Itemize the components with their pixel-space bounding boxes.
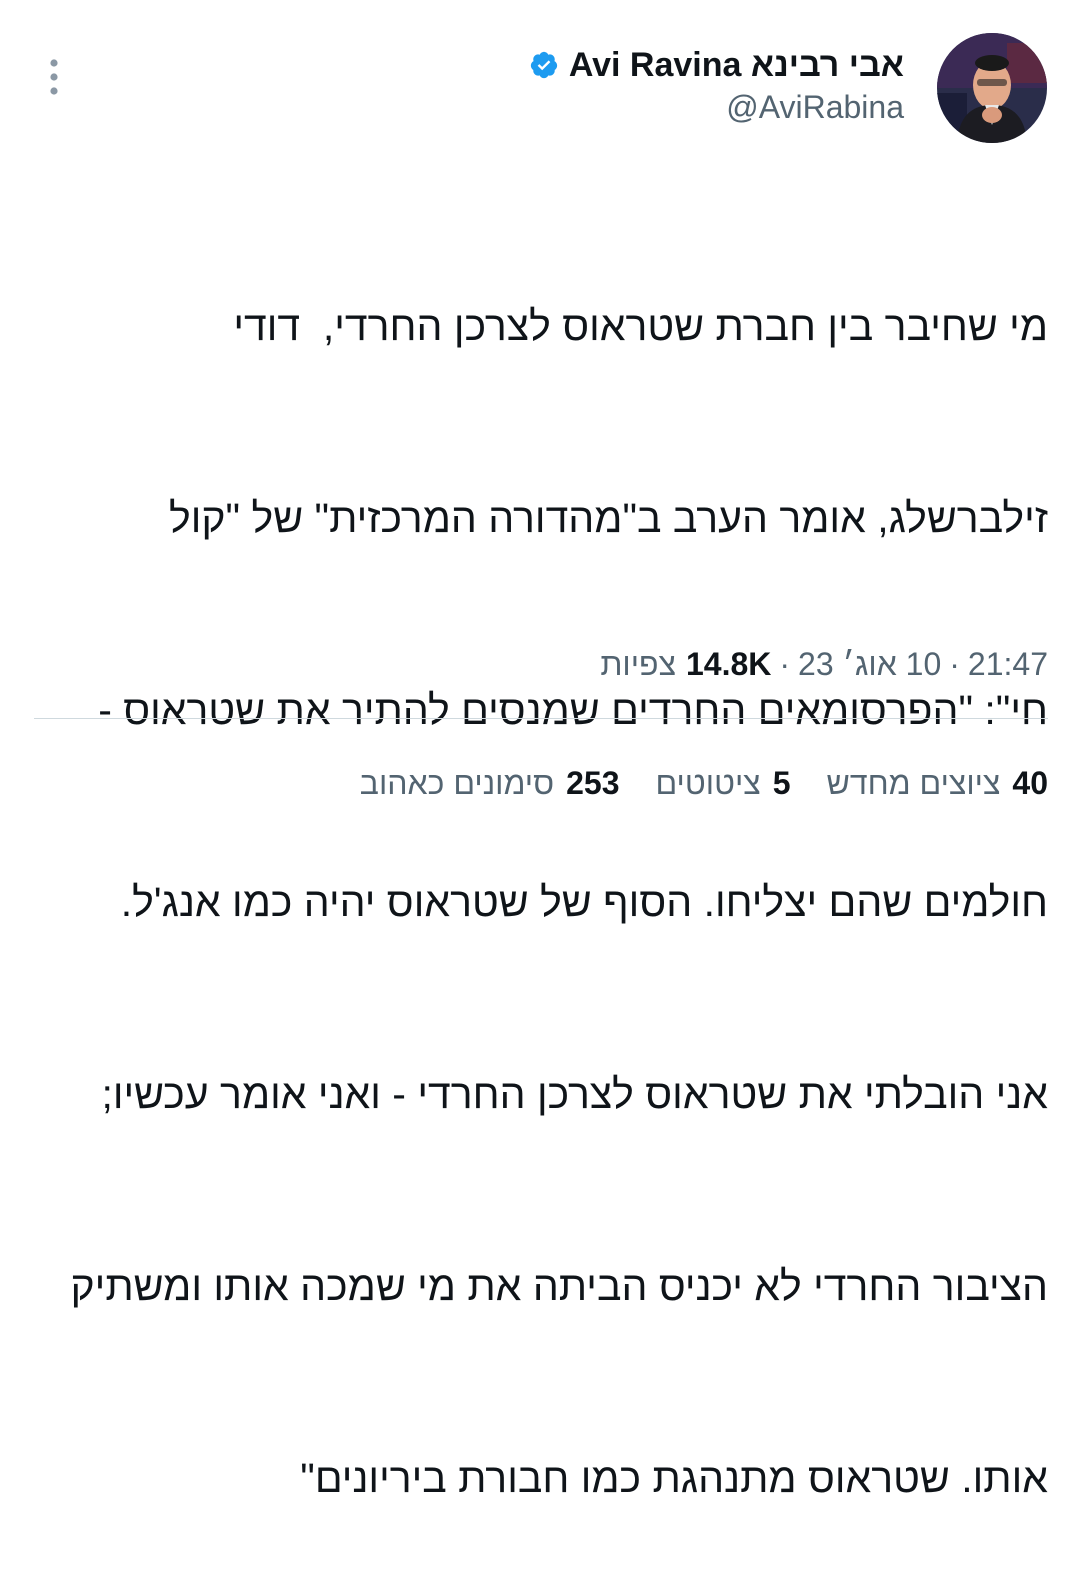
tweet-line: חולמים שהם יצליחו. הסוף של שטראוס יהיה כ… [120,879,1048,925]
tweet-stats: 40 ציוצים מחדש 5 ציטוטים 253 סימונים כאה… [360,760,1048,806]
tweet-line: זילברשלג, אומר הערב ב"מהדורה המרכזית" של… [169,495,1048,541]
meta-separator: · [779,645,791,682]
tweet-text: מי שחיבר בין חברת שטראוס לצרכן החרדי, דו… [34,166,1048,1574]
author-display-name: Avi Ravina אבי רבינא [568,45,904,84]
meta-separator: · [949,645,960,682]
likes-label: סימונים כאהוב [359,764,555,801]
retweets-label: ציוצים מחדש [826,764,1001,801]
tweet-time[interactable]: 21:47 [968,646,1048,683]
likes-stat[interactable]: 253 סימונים כאהוב [360,765,620,802]
tweet-line: הציבור החרדי לא יכניס הביתה את מי שמכה א… [70,1263,1048,1309]
avatar[interactable] [937,33,1047,143]
retweets-count: 40 [1012,764,1048,801]
retweets-stat[interactable]: 40 ציוצים מחדש [827,765,1049,802]
tweet-date[interactable]: 10 אוג׳ 23 [798,646,941,683]
author-name-row[interactable]: Avi Ravina אבי רבינא [529,43,904,87]
quotes-label: ציטוטים [655,764,761,801]
tweet-line: אני הובלתי את שטראוס לצרכן החרדי - ואני … [101,1071,1048,1117]
tweet-meta: 21:47 · 10 אוג׳ 23 · 14.8K צפיות [600,642,1048,686]
quotes-count: 5 [772,764,791,801]
likes-count: 253 [566,764,620,801]
divider [34,718,1048,719]
tweet-line: חי": "הפרסומאים החרדים שמנסים להתיר את ש… [98,687,1048,733]
verified-badge-icon [529,50,559,80]
tweet-line: אותו. שטראוס מתנהגת כמו חבורת ביריונים" [300,1455,1048,1501]
quotes-stat[interactable]: 5 ציטוטים [655,765,790,802]
tweet-line: מי שחיבר בין חברת שטראוס לצרכן החרדי, דו… [233,303,1048,349]
views-label: צפיות [600,645,676,682]
views-count: 14.8K [686,645,772,682]
author-handle[interactable]: @AviRabina [726,89,904,126]
more-vertical-icon[interactable] [42,56,66,98]
avatar-image [937,33,1047,143]
